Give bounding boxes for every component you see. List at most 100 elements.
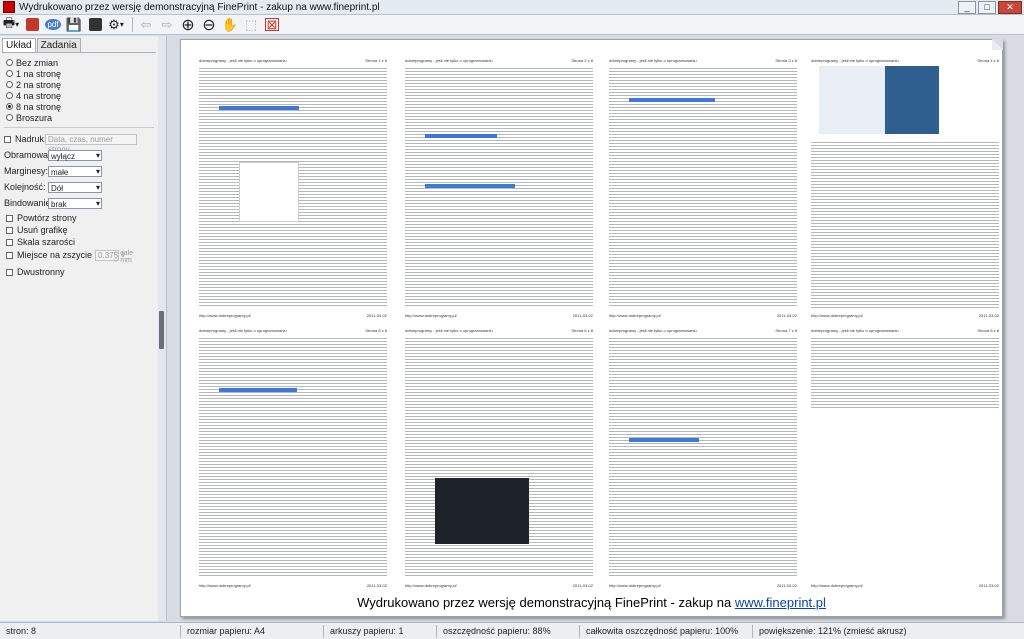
- layout-option[interactable]: 2 na stronę: [6, 79, 154, 90]
- window-controls: _ □ ✕: [958, 1, 1022, 14]
- unit-options: ○ cale ○ mm: [114, 250, 154, 264]
- fineprint-link[interactable]: www.fineprint.pl: [735, 595, 826, 610]
- window-title: Wydrukowano przez wersję demonstracyjną …: [19, 1, 380, 13]
- remove-graphics-option[interactable]: Usuń grafikę: [6, 224, 154, 236]
- overlay-select[interactable]: Data, czas, numer strony: [45, 133, 137, 154]
- toolbar: 🖶 ▾ pdf 💾 ⚙ ▾ ⇦ ⇨ ⊕ ⊖ ✋ ⬚ ⊠: [0, 15, 1024, 35]
- checkbox[interactable]: [6, 268, 13, 276]
- delete-page-button[interactable]: ⊠: [263, 16, 281, 33]
- forward-button[interactable]: ⇨: [158, 16, 176, 33]
- border-label: Obramowanie: [4, 150, 61, 160]
- mini-page: dobreprogramy - jeśli nie tylko o oprogr…: [405, 58, 593, 318]
- checkbox[interactable]: [6, 251, 13, 259]
- overlay-row: Nadruk: Data, czas, numer strony: [4, 132, 154, 154]
- zoom-in-icon: ⊕: [181, 16, 195, 34]
- save-button[interactable]: 💾: [65, 16, 83, 33]
- checkbox[interactable]: [6, 238, 13, 246]
- margins-label: Marginesy:: [4, 166, 49, 176]
- panel-splitter[interactable]: [158, 36, 167, 621]
- arrow-left-icon: ⇦: [140, 16, 152, 32]
- close-button[interactable]: ✕: [998, 1, 1022, 14]
- floppy-icon: 💾: [65, 16, 83, 32]
- fineprint-app-icon: [3, 1, 15, 13]
- hand-icon: ✋: [221, 16, 239, 32]
- copy-button[interactable]: [86, 16, 104, 33]
- border-select[interactable]: wyłącz: [48, 149, 102, 161]
- mini-page: dobreprogramy - jeśli nie tylko o oprogr…: [609, 328, 797, 588]
- arrow-right-icon: ⇨: [161, 16, 173, 32]
- delete-job-icon: [25, 18, 39, 31]
- panel-tabs: Układ Zadania: [2, 38, 156, 53]
- mini-page: dobreprogramy - jeśli nie tylko o oprogr…: [609, 58, 797, 318]
- radio-button[interactable]: [6, 114, 13, 121]
- back-button[interactable]: ⇦: [137, 16, 155, 33]
- unit-inches[interactable]: ○ cale: [114, 250, 154, 257]
- radio-button-selected[interactable]: [6, 103, 13, 110]
- binding-label: Bindowanie:: [4, 198, 54, 208]
- radio-button[interactable]: [6, 81, 13, 88]
- status-bar: stron: 8 rozmiar papieru: A4 arkuszy pap…: [0, 622, 1024, 639]
- dropdown-arrow-icon: ▾: [15, 20, 20, 29]
- checkbox[interactable]: [6, 214, 13, 222]
- overlay-checkbox[interactable]: [4, 135, 11, 143]
- zoom-out-button[interactable]: ⊖: [200, 16, 218, 34]
- layout-option[interactable]: Broszura: [6, 112, 154, 123]
- save-pdf-button[interactable]: pdf: [44, 16, 62, 33]
- mini-page: dobreprogramy - jeśli nie tylko o oprogr…: [199, 58, 387, 318]
- print-button[interactable]: 🖶 ▾: [2, 14, 20, 33]
- mini-page: dobreprogramy - jeśli nie tylko o oprogr…: [811, 328, 999, 588]
- preview-sheet: dobreprogramy - jeśli nie tylko o oprogr…: [180, 39, 1003, 617]
- printer-icon: 🖶: [2, 14, 16, 30]
- status-paper-saving: oszczędność papieru: 88%: [437, 624, 580, 638]
- layout-option[interactable]: 4 na stronę: [6, 90, 154, 101]
- layout-options: Bez zmian 1 na stronę 2 na stronę 4 na s…: [6, 57, 154, 123]
- layout-option[interactable]: Bez zmian: [6, 57, 154, 68]
- demo-watermark: Wydrukowano przez wersję demonstracyjną …: [357, 595, 826, 610]
- status-total-saving: całkowita oszczędność papieru: 100%: [580, 624, 753, 638]
- binding-row: Bindowanie: brak: [4, 196, 154, 210]
- tablet-image: [435, 478, 529, 544]
- avast-ad-image: [239, 162, 299, 222]
- status-paper-size: rozmiar papieru: A4: [181, 624, 324, 638]
- zoom-in-button[interactable]: ⊕: [179, 16, 197, 34]
- delete-job-button[interactable]: [23, 16, 41, 33]
- preview-area: dobreprogramy - jeśli nie tylko o oprogr…: [167, 36, 1024, 621]
- delete-page-icon: ⊠: [264, 17, 280, 32]
- unit-mm[interactable]: ○ mm: [114, 257, 154, 264]
- margins-select[interactable]: małe: [48, 165, 102, 177]
- settings-button[interactable]: ⚙ ▾: [107, 16, 125, 33]
- video-thumbnail: [819, 66, 939, 134]
- zoom-out-icon: ⊖: [202, 16, 216, 34]
- binding-select[interactable]: brak: [48, 197, 102, 209]
- tab-tasks[interactable]: Zadania: [36, 38, 81, 52]
- duplex-option[interactable]: Dwustronny: [6, 266, 154, 278]
- select-button[interactable]: ⬚: [242, 16, 260, 33]
- divider: [4, 127, 154, 128]
- splitter-grip[interactable]: [159, 311, 164, 349]
- page-fold-icon: [992, 39, 1003, 50]
- overlay-label: Nadruk:: [15, 134, 47, 144]
- minimize-button[interactable]: _: [958, 1, 976, 14]
- layout-option[interactable]: 1 na stronę: [6, 68, 154, 79]
- mini-page: dobreprogramy - jeśli nie tylko o oprogr…: [811, 58, 999, 318]
- repeat-pages-option[interactable]: Powtórz strony: [6, 212, 154, 224]
- dropdown-arrow-icon: ▾: [119, 20, 124, 29]
- grayscale-option[interactable]: Skala szarości: [6, 236, 154, 248]
- order-select[interactable]: Dół: [48, 181, 102, 193]
- layout-option[interactable]: 8 na stronę: [6, 101, 154, 112]
- status-sheets: arkuszy papieru: 1: [324, 624, 437, 638]
- radio-button[interactable]: [6, 92, 13, 99]
- select-area-icon: ⬚: [244, 16, 258, 32]
- toolbar-separator: [132, 17, 133, 32]
- radio-button[interactable]: [6, 59, 13, 66]
- settings-panel: Układ Zadania Bez zmian 1 na stronę 2 na…: [0, 36, 159, 621]
- order-row: Kolejność: Dół: [4, 180, 154, 194]
- tab-layout[interactable]: Układ: [2, 38, 36, 52]
- mini-page: dobreprogramy - jeśli nie tylko o oprogr…: [405, 328, 593, 588]
- radio-button[interactable]: [6, 70, 13, 77]
- gear-icon: ⚙: [108, 16, 120, 32]
- checkbox[interactable]: [6, 226, 13, 234]
- maximize-button[interactable]: □: [978, 1, 996, 14]
- checkbox-options: Powtórz strony Usuń grafikę Skala szaroś…: [6, 212, 154, 278]
- pan-button[interactable]: ✋: [221, 16, 239, 33]
